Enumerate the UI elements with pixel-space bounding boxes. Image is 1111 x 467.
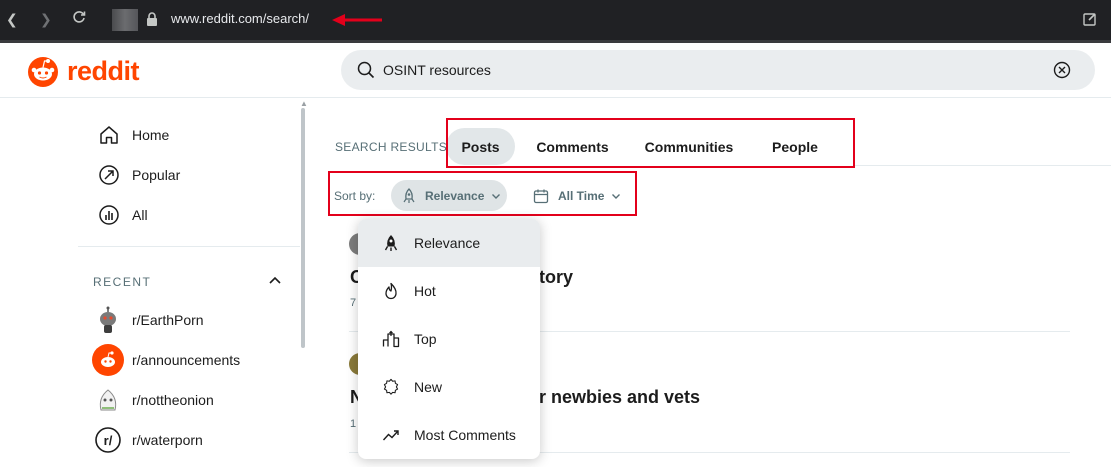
recent-item-label: r/announcements — [132, 352, 241, 368]
recent-item-label: r/EarthPorn — [132, 312, 204, 328]
sidebar-item-label: All — [132, 207, 148, 223]
lock-icon — [147, 12, 157, 26]
menu-item-hot[interactable]: Hot — [358, 267, 540, 315]
reddit-logo[interactable]: reddit — [26, 55, 140, 87]
chevron-up-icon[interactable] — [268, 274, 282, 288]
avatar: r/ — [92, 424, 124, 456]
menu-item-label: New — [414, 379, 443, 395]
browser-toolbar: ❮ ❯ www.reddit.com/search/ — [0, 0, 1111, 40]
sidebar-scrollbar[interactable]: ▲ — [300, 100, 308, 467]
annotation-box-tabs — [446, 118, 855, 168]
top-icon — [382, 330, 400, 348]
recent-item-waterporn[interactable]: r/ r/waterporn — [92, 424, 203, 456]
snoo-logo-icon — [28, 57, 58, 87]
menu-item-relevance[interactable]: Relevance — [358, 219, 540, 267]
post-meta: 7 — [350, 297, 357, 309]
menu-item-label: Top — [414, 331, 437, 347]
recent-item-announcements[interactable]: r/announcements — [92, 344, 240, 376]
menu-item-top[interactable]: Top — [358, 315, 540, 363]
menu-item-label: Most Comments — [414, 427, 516, 443]
sidebar-divider — [78, 246, 300, 247]
post-title[interactable]: r newbies and vets — [539, 387, 700, 408]
edit-icon[interactable] — [1083, 12, 1097, 26]
rocket-icon — [384, 235, 398, 251]
scrollbar-thumb[interactable] — [301, 108, 305, 348]
menu-item-label: Relevance — [414, 235, 481, 251]
scroll-up-icon[interactable]: ▲ — [300, 100, 308, 108]
sidebar-item-popular[interactable]: Popular — [98, 164, 180, 186]
logo-wordmark: reddit — [67, 56, 140, 86]
recent-item-nottheonion[interactable]: r/nottheonion — [92, 384, 214, 416]
recent-section-label: RECENT — [93, 275, 152, 289]
trend-icon — [382, 430, 399, 441]
recent-item-earthporn[interactable]: r/EarthPorn — [92, 304, 204, 336]
reload-icon[interactable] — [72, 10, 86, 28]
popular-icon — [99, 165, 119, 185]
post-title[interactable]: tory — [539, 267, 573, 288]
recent-item-label: r/nottheonion — [132, 392, 214, 408]
site-header: reddit OSINT resources — [0, 43, 1111, 98]
new-icon — [383, 378, 399, 395]
search-input[interactable]: OSINT resources — [341, 50, 1095, 90]
annotation-arrow — [332, 14, 382, 26]
recent-item-label: r/waterporn — [132, 432, 203, 448]
search-icon — [357, 61, 375, 79]
sidebar-item-home[interactable]: Home — [98, 124, 169, 146]
sidebar-item-all[interactable]: All — [98, 204, 148, 226]
annotation-box-sort — [328, 171, 637, 216]
flame-icon — [385, 282, 397, 300]
address-bar-url[interactable]: www.reddit.com/search/ — [171, 11, 309, 26]
home-icon — [100, 126, 118, 144]
sidebar-item-label: Home — [132, 127, 170, 143]
left-sidebar: Home Popular All RECENT r/EarthPorn r/an… — [78, 99, 300, 467]
clear-search-icon[interactable] — [1053, 61, 1071, 79]
menu-item-label: Hot — [414, 283, 436, 299]
search-query: OSINT resources — [383, 62, 491, 78]
post-meta: 1 — [350, 418, 357, 430]
menu-item-most-comments[interactable]: Most Comments — [358, 411, 540, 459]
forward-icon[interactable]: ❯ — [40, 10, 52, 28]
tabs-divider — [855, 165, 1111, 166]
search-results-label: SEARCH RESULTS — [335, 140, 448, 154]
sort-dropdown-menu: Relevance Hot Top New Most Comments — [358, 219, 540, 459]
all-icon — [99, 205, 119, 225]
menu-item-new[interactable]: New — [358, 363, 540, 411]
back-icon[interactable]: ❮ — [6, 10, 18, 28]
svg-text:r/: r/ — [104, 433, 113, 448]
blurred-profile-icon — [112, 9, 138, 31]
avatar — [92, 344, 124, 376]
avatar — [92, 304, 124, 336]
sidebar-item-label: Popular — [132, 167, 181, 183]
avatar — [92, 384, 124, 416]
